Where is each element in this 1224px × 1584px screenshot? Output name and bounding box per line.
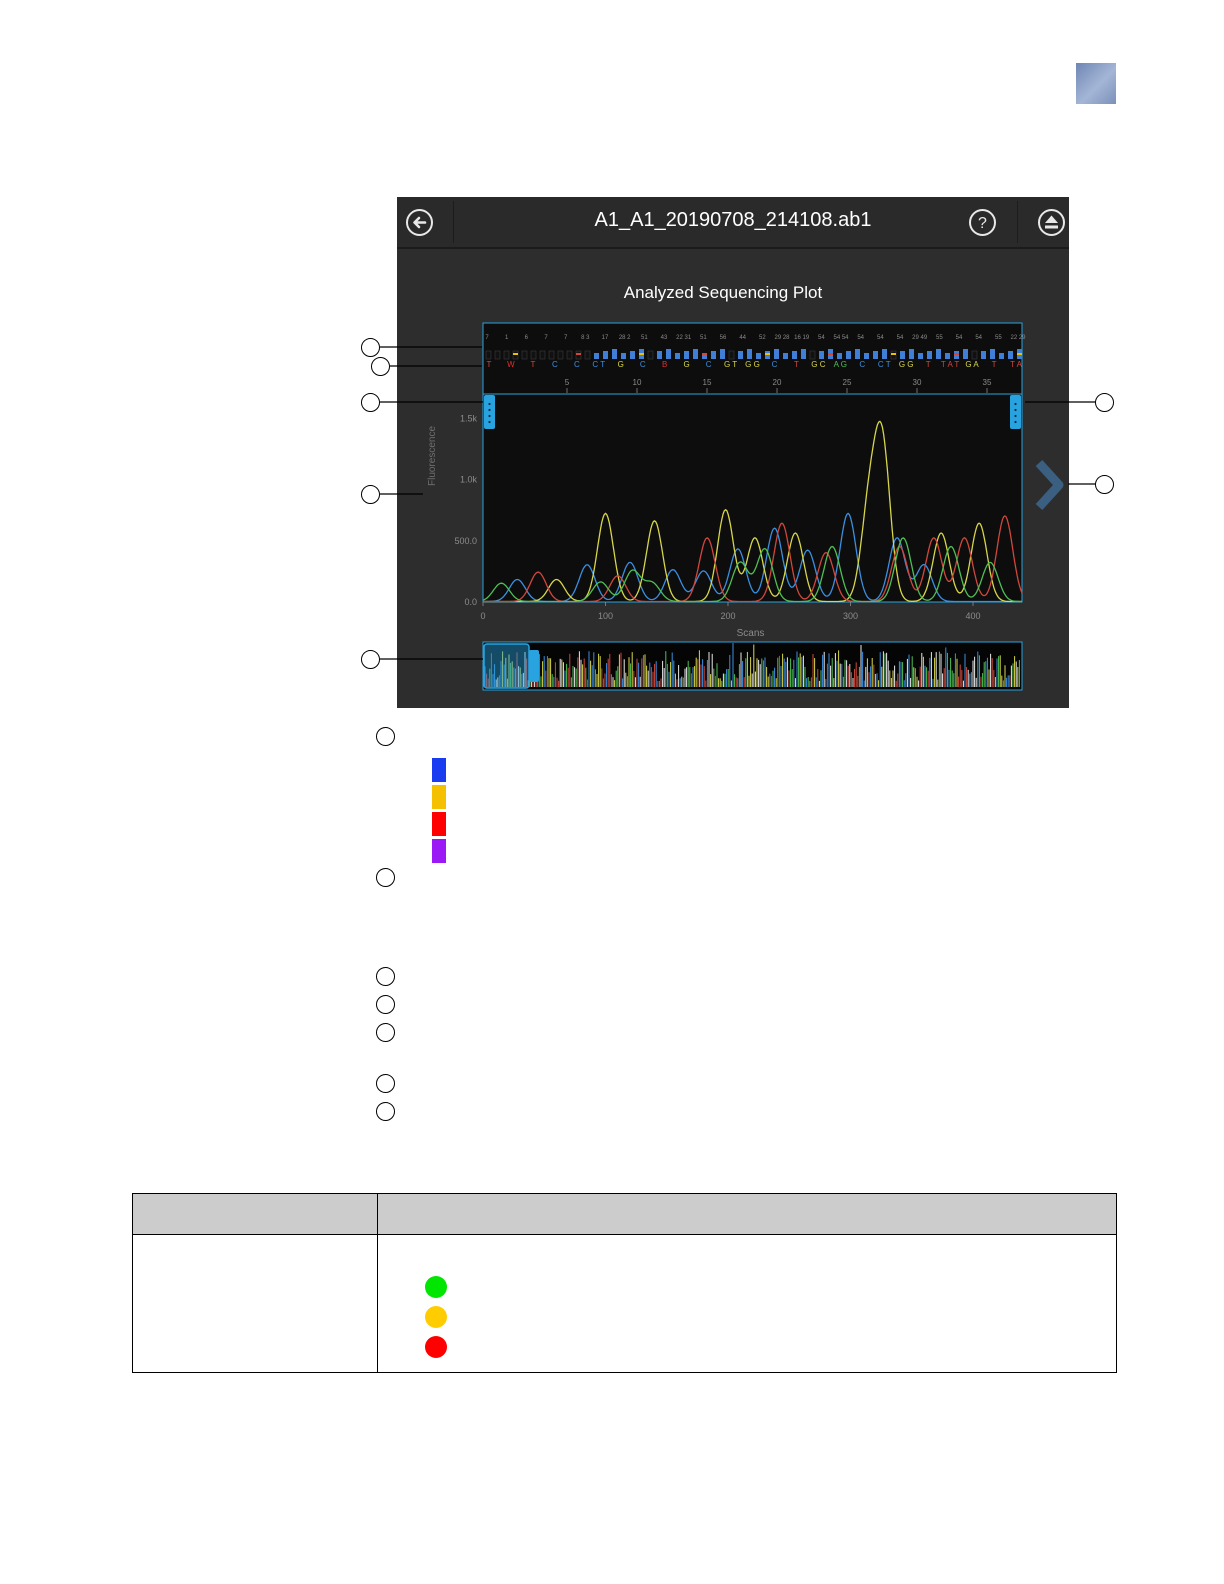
color-swatch-red — [432, 812, 446, 836]
key-marker — [376, 868, 395, 887]
key-marker — [376, 1023, 395, 1042]
key-marker — [376, 995, 395, 1014]
table-cell — [132, 1234, 378, 1373]
color-swatch-blue — [432, 758, 446, 782]
key-marker — [376, 1102, 395, 1121]
callout-marker — [1095, 393, 1114, 412]
callout-marker — [361, 393, 380, 412]
table-header-cell — [377, 1193, 1117, 1235]
callout-leaders — [380, 346, 1096, 660]
key-marker — [376, 1074, 395, 1093]
callout-marker — [361, 650, 380, 669]
callout-marker — [1095, 475, 1114, 494]
quality-dot-yellow — [425, 1306, 447, 1328]
key-marker — [376, 727, 395, 746]
callout-marker — [371, 357, 390, 376]
callout-marker — [361, 485, 380, 504]
quality-legend-table — [132, 1193, 1117, 1373]
color-swatch-purple — [432, 839, 446, 863]
key-marker — [376, 967, 395, 986]
table-cell — [377, 1234, 1117, 1373]
color-swatch-yellow — [432, 785, 446, 809]
table-header-cell — [132, 1193, 378, 1235]
quality-dot-green — [425, 1276, 447, 1298]
quality-dot-red — [425, 1336, 447, 1358]
callout-marker — [361, 338, 380, 357]
